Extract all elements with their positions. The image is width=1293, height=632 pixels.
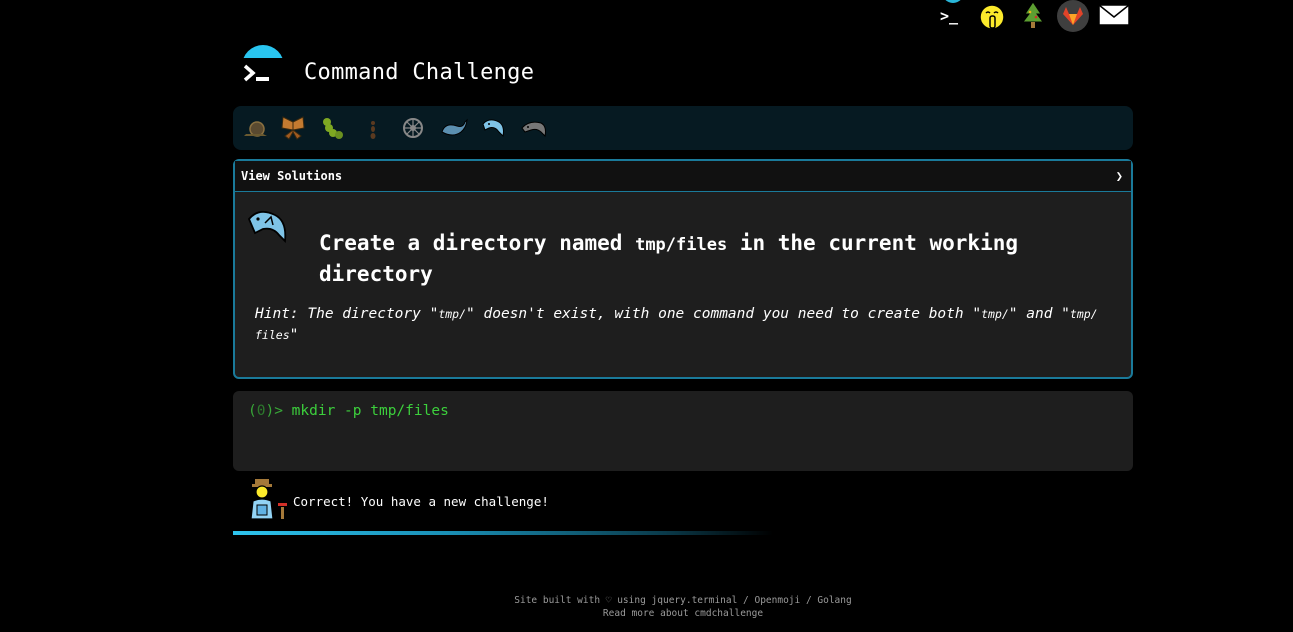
terminal-command-line: (0)> mkdir -p tmp/files bbox=[248, 403, 449, 419]
home-prompt-icon[interactable]: >_ bbox=[936, 0, 968, 32]
ant-icon[interactable] bbox=[359, 114, 387, 142]
view-solutions-label: View Solutions bbox=[241, 169, 343, 183]
hint-code-1: tmp/ bbox=[438, 307, 467, 321]
hint-part-b: " doesn't exist, with one command you ne… bbox=[466, 306, 982, 322]
christmas-tree-icon[interactable] bbox=[1017, 0, 1049, 32]
caterpillar-icon[interactable] bbox=[319, 114, 347, 142]
farmer-icon bbox=[245, 477, 287, 521]
prompt-open: ( bbox=[248, 403, 257, 419]
challenge-hint: Hint: The directory "tmp/" doesn't exist… bbox=[255, 304, 1115, 346]
hint-part-a: Hint: The directory " bbox=[255, 306, 439, 322]
footer-about-link[interactable]: Read more about cmdchallenge bbox=[400, 607, 966, 620]
footer-credits[interactable]: Site built with ♡ using jquery.terminal … bbox=[400, 594, 966, 607]
mail-envelope-icon[interactable] bbox=[1097, 0, 1130, 32]
footer: Site built with ♡ using jquery.terminal … bbox=[400, 594, 966, 620]
view-solutions-toggle[interactable]: View Solutions ❯ bbox=[235, 161, 1131, 192]
challenge-title-code: tmp/files bbox=[635, 235, 728, 255]
hint-part-d: " bbox=[289, 327, 299, 343]
dolphin-icon[interactable] bbox=[479, 114, 507, 142]
site-logo[interactable] bbox=[240, 44, 284, 88]
result-message: Correct! You have a new challenge! bbox=[293, 494, 549, 509]
progress-bar bbox=[233, 531, 773, 535]
challenge-panel: View Solutions ❯ Create a directory name… bbox=[233, 159, 1133, 379]
dolphin-icon bbox=[245, 205, 293, 253]
page-title: Command Challenge bbox=[304, 60, 535, 85]
challenge-title-part-1: Create a directory named bbox=[319, 231, 636, 255]
challenge-badges-bar bbox=[233, 106, 1133, 150]
whale-icon[interactable] bbox=[439, 114, 468, 142]
terminal[interactable]: (0)> mkdir -p tmp/files bbox=[233, 391, 1133, 471]
challenge-title: Create a directory named tmp/files in th… bbox=[319, 229, 1069, 289]
gitlab-fox-icon[interactable] bbox=[1057, 0, 1089, 32]
hint-code-2: tmp/ bbox=[981, 307, 1009, 321]
dolphin-icon[interactable] bbox=[519, 114, 547, 142]
shush-face-icon[interactable] bbox=[976, 0, 1008, 32]
home-prompt-glyph: >_ bbox=[940, 7, 959, 25]
terminal-command: mkdir -p tmp/files bbox=[291, 403, 449, 419]
terminal-prompt-icon bbox=[243, 64, 269, 82]
wheel-icon[interactable] bbox=[399, 114, 427, 142]
snail-icon[interactable] bbox=[241, 114, 269, 142]
prompt-close: )> bbox=[265, 403, 292, 419]
home-cap bbox=[942, 0, 964, 3]
hint-part-c: " and " bbox=[1008, 306, 1070, 322]
butterfly-icon[interactable] bbox=[279, 114, 307, 142]
chevron-right-icon: ❯ bbox=[1115, 169, 1123, 183]
